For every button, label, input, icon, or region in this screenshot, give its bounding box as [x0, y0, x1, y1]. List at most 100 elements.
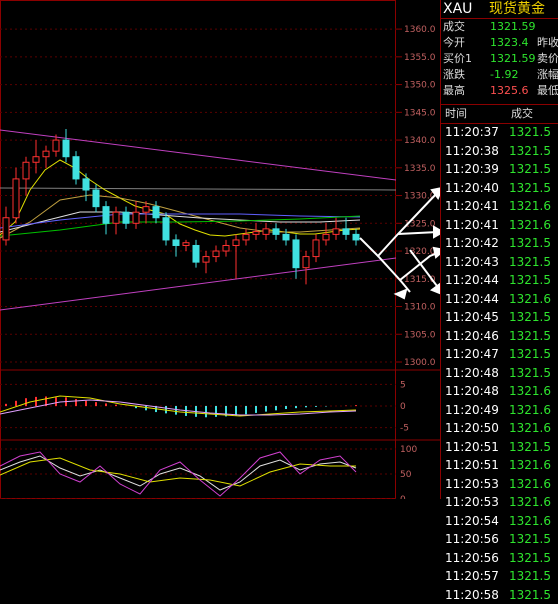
price-axis-label: 1360.0 [404, 25, 436, 35]
tick-row[interactable]: 11:20:50 1321.6 [441, 419, 558, 437]
candle-body [252, 231, 260, 235]
symbol-name: 现货黄金 [489, 1, 545, 17]
tick-time: 11:20:51 [445, 439, 499, 454]
tick-row[interactable]: 11:20:58 1321.5 [441, 586, 558, 604]
main-axis-labels: 1360.01355.01350.01345.01340.01335.01330… [404, 25, 436, 368]
tick-price: 1321.5 [509, 273, 551, 287]
tick-row[interactable]: 11:20:38 1321.5 [441, 142, 558, 160]
candle-body [142, 206, 150, 213]
candle-body [322, 233, 330, 241]
horizontal-line[interactable] [0, 187, 397, 191]
tick-row[interactable]: 11:20:49 1321.6 [441, 401, 558, 419]
quote-row-high: 最高 1325.6 最低 [441, 83, 558, 99]
price-axis-label: 1355.0 [404, 53, 436, 63]
price-axis-label: 1310.0 [404, 303, 436, 313]
candle-body [232, 239, 240, 246]
symbol-code: XAU [443, 1, 473, 17]
tick-time: 11:20:39 [445, 162, 499, 176]
tick-row[interactable]: 11:20:37 1321.5 [441, 123, 558, 141]
tick-row[interactable]: 11:20:54 1321.6 [441, 512, 558, 530]
lower-trendline[interactable] [0, 257, 397, 311]
candle-body [32, 156, 40, 163]
tick-row[interactable]: 11:20:47 1321.5 [441, 345, 558, 363]
tick-price: 1321.5 [509, 550, 551, 565]
quote-value: -1.92 [490, 68, 519, 81]
tick-price: 1321.6 [509, 458, 551, 472]
tick-time: 11:20:47 [445, 347, 499, 361]
candle-body [342, 228, 350, 235]
kline-chart-area[interactable]: 1360.0 1355.0 1350.0 1345.0 1340.0 1335.0 1330… [0, 0, 440, 499]
tick-row[interactable]: 11:20:56 1321.5 [441, 549, 558, 567]
quote-row-change: 涨跌 -1.92 涨幅 [441, 67, 558, 83]
candle-body [282, 233, 290, 241]
tick-time: 11:20:40 [445, 180, 499, 195]
tick-row[interactable]: 11:20:43 1321.5 [441, 253, 558, 271]
quote-label: 最高 [443, 84, 465, 97]
macd-axis-labels: 5 0 -5 [400, 380, 409, 433]
tick-row[interactable]: 11:20:56 1321.5 [441, 530, 558, 548]
tick-row[interactable]: 11:20:51 1321.6 [441, 456, 558, 474]
tick-time: 11:20:57 [445, 569, 499, 583]
candle-body [82, 178, 90, 191]
tick-price: 1321.5 [509, 532, 551, 546]
candle-body [292, 239, 300, 269]
candle-body [132, 211, 140, 224]
quote-row-open: 今开 1323.4 昨收 [441, 35, 558, 51]
tick-row[interactable]: 11:20:46 1321.5 [441, 327, 558, 345]
tick-time: 11:20:48 [445, 365, 499, 380]
tick-row[interactable]: 11:20:44 1321.5 [441, 271, 558, 289]
tick-price: 1321.5 [509, 439, 551, 454]
tick-row[interactable]: 11:20:48 1321.6 [441, 382, 558, 400]
kline-chart[interactable]: 1360.01355.01350.01345.01340.01335.01330… [0, 0, 440, 499]
tick-row[interactable]: 11:20:39 1321.5 [441, 160, 558, 178]
tick-price: 1321.6 [509, 476, 551, 491]
tick-price: 1321.5 [509, 254, 551, 269]
tick-price: 1321.6 [509, 495, 551, 509]
macd-axis-label: -5 [400, 424, 409, 434]
quote-panel: XAU 现货黄金 成交 1321.59 今开 1323.4 昨收 买价1 132… [440, 0, 558, 602]
tick-price: 1321.5 [509, 310, 551, 324]
candle-body [272, 228, 280, 235]
quote-value: 1321.59 [490, 20, 536, 33]
upper-trendline[interactable] [0, 129, 397, 181]
quote-extra: 卖价 [537, 52, 558, 65]
tick-row[interactable]: 11:20:51 1321.5 [441, 438, 558, 456]
tick-price: 1321.6 [509, 513, 551, 528]
tick-time: 11:20:49 [445, 402, 499, 417]
tick-time: 11:20:56 [445, 532, 499, 546]
tick-row[interactable]: 11:20:48 1321.5 [441, 364, 558, 382]
tick-row[interactable]: 11:20:53 1321.6 [441, 493, 558, 511]
arrow-path-mid [397, 231, 439, 235]
candle-body [112, 211, 120, 224]
tick-row[interactable]: 11:20:41 1321.6 [441, 216, 558, 234]
tick-price: 1321.5 [509, 143, 551, 158]
tick-time: 11:20:41 [445, 199, 499, 213]
tick-time: 11:20:43 [445, 254, 499, 269]
tick-row[interactable]: 11:20:53 1321.6 [441, 475, 558, 493]
quote-label: 买价1 [443, 52, 472, 65]
tick-row[interactable]: 11:20:45 1321.5 [441, 308, 558, 326]
quote-header: XAU 现货黄金 [441, 0, 558, 19]
candle-body [62, 139, 70, 158]
tick-row[interactable]: 11:20:44 1321.6 [441, 290, 558, 308]
quote-value: 1321.59 [490, 52, 536, 65]
tick-row[interactable]: 11:20:40 1321.5 [441, 179, 558, 197]
tick-price: 1321.5 [509, 587, 551, 602]
arrow-head-low-icon [393, 288, 408, 300]
tick-row[interactable]: 11:20:41 1321.6 [441, 197, 558, 215]
tick-time: 11:20:44 [445, 291, 499, 306]
tick-price: 1321.6 [509, 421, 551, 435]
candle-body [182, 242, 190, 246]
ticks-header: 时间 成交 [441, 104, 558, 124]
tick-price: 1321.5 [509, 162, 551, 176]
tick-row[interactable]: 11:20:42 1321.5 [441, 234, 558, 252]
quote-row-bid: 买价1 1321.59 卖价 [441, 51, 558, 67]
ticks-header-price: 成交 [511, 107, 533, 120]
tick-time: 11:20:38 [445, 143, 499, 158]
tick-time: 11:20:41 [445, 217, 499, 232]
quote-value: 1323.4 [490, 36, 529, 49]
candle-body [22, 161, 30, 180]
tick-row[interactable]: 11:20:57 1321.5 [441, 567, 558, 585]
candle-body [42, 150, 50, 158]
tick-time: 11:20:37 [445, 125, 499, 139]
